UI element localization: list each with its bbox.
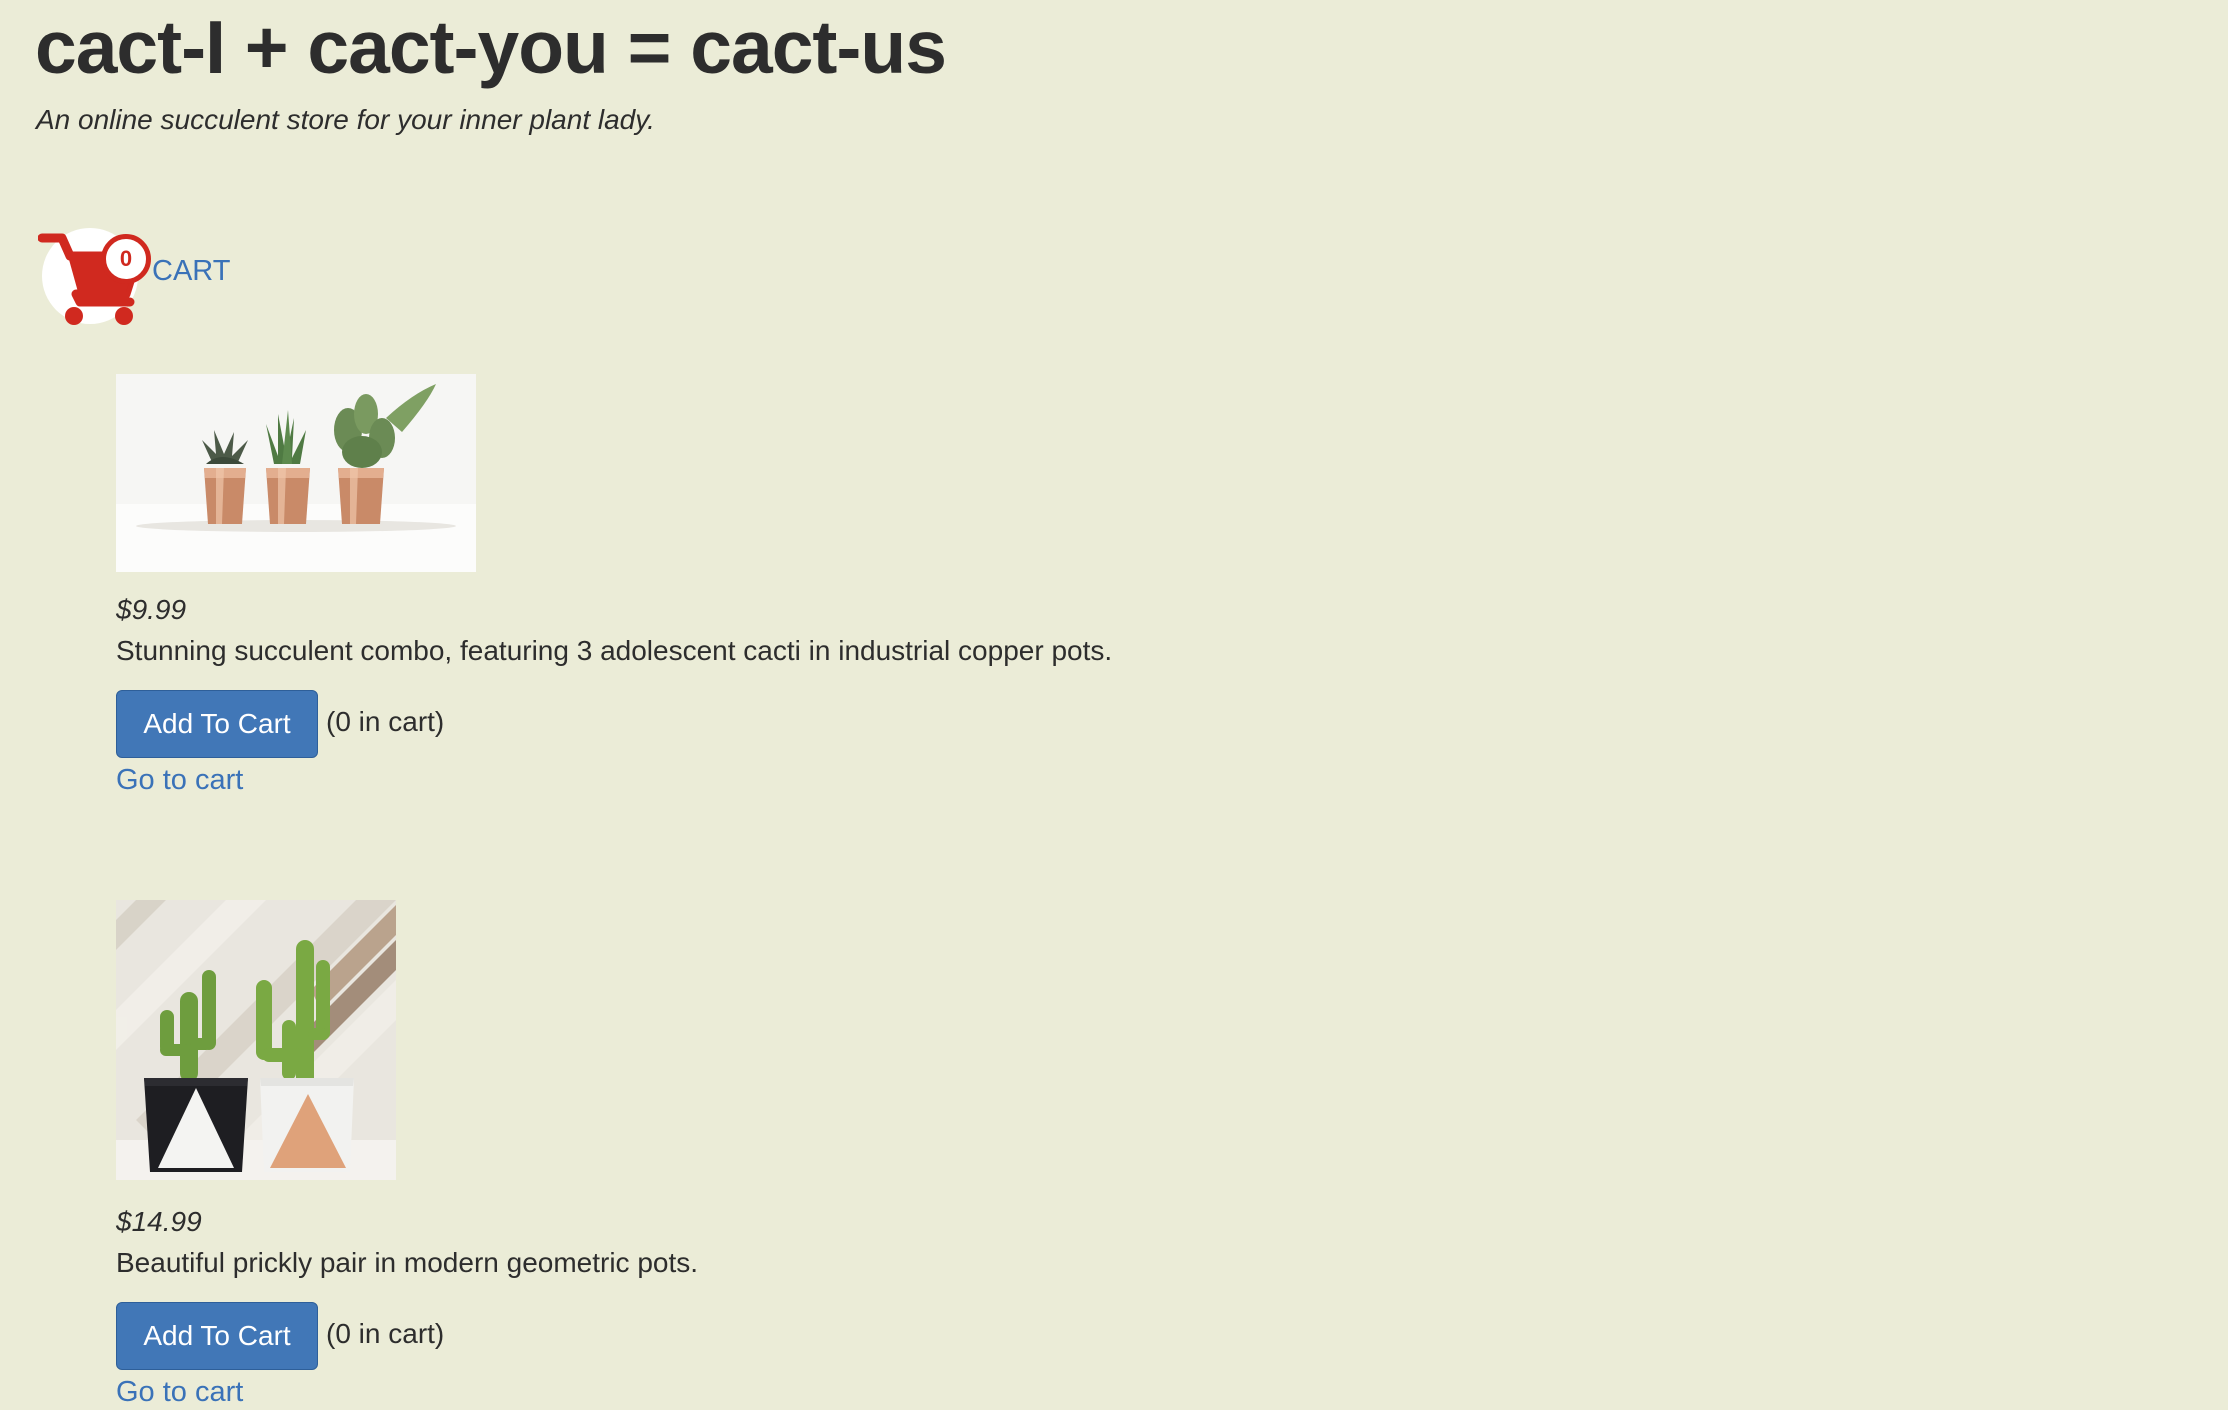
add-to-cart-button[interactable]: Add To Cart	[116, 1301, 318, 1370]
page: cact-I + cact-you = cact-us An online su…	[0, 0, 2228, 1410]
product-description: Beautiful prickly pair in modern geometr…	[116, 1247, 699, 1278]
go-to-cart-link[interactable]: Go to cart	[116, 764, 243, 797]
site-subtitle: An online succulent store for your inner…	[36, 104, 655, 135]
in-cart-count: (0 in cart)	[326, 705, 445, 737]
product-image-two-cacti	[116, 900, 396, 1180]
product-description: Stunning succulent combo, featuring 3 ad…	[116, 635, 1113, 666]
product-actions: Add To Cart (0 in cart)	[116, 1301, 698, 1370]
shopping-cart-icon[interactable]: 0	[38, 220, 151, 330]
add-to-cart-button[interactable]: Add To Cart	[116, 689, 318, 758]
product-card: $9.99 Stunning succulent combo, featurin…	[116, 374, 1112, 797]
product-price: $14.99	[116, 1206, 202, 1237]
cart-count-badge: 0	[101, 234, 151, 284]
product-price: $9.99	[116, 594, 187, 625]
in-cart-count: (0 in cart)	[326, 1317, 445, 1349]
go-to-cart-link[interactable]: Go to cart	[116, 1376, 243, 1409]
site-title: cact-I + cact-you = cact-us	[35, 5, 947, 89]
cart-link[interactable]: 0 CART	[38, 220, 230, 330]
product-actions: Add To Cart (0 in cart)	[116, 689, 1112, 758]
cart-label[interactable]: CART	[152, 255, 230, 288]
product-card: $14.99 Beautiful prickly pair in modern …	[116, 900, 698, 1409]
product-image-three-cacti	[116, 374, 476, 572]
